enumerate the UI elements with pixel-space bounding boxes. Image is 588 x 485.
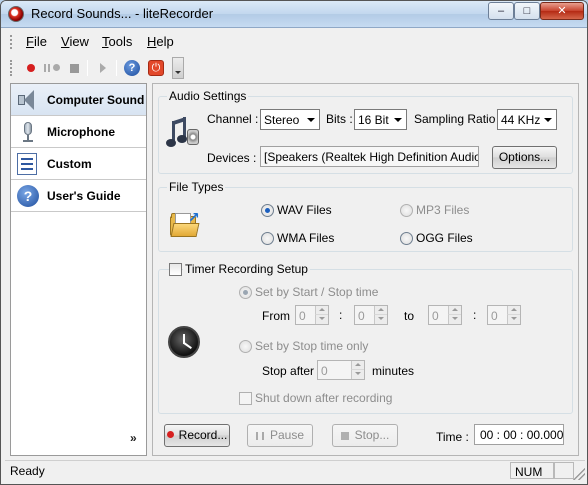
toolbar-separator xyxy=(116,60,117,76)
wma-label[interactable]: WMA Files xyxy=(277,231,334,245)
pause-button[interactable]: Pause xyxy=(247,424,313,447)
microphone-icon xyxy=(17,121,39,143)
checklist-icon xyxy=(17,153,39,175)
sidebar-item-computer-sound[interactable]: Computer Sound xyxy=(11,84,146,116)
record-button[interactable]: Record... xyxy=(164,424,230,447)
stop-only-label[interactable]: Set by Stop time only xyxy=(255,339,368,353)
audio-settings-title: Audio Settings xyxy=(167,89,249,103)
chevron-down-icon xyxy=(394,118,402,122)
bits-label: Bits : xyxy=(326,112,353,126)
stop-after-spinner[interactable]: 0 xyxy=(317,360,365,380)
audio-note-icon xyxy=(166,116,199,149)
ogg-radio[interactable] xyxy=(400,232,413,245)
chevron-down-icon xyxy=(307,118,315,122)
time-display: 00 : 00 : 00.000 xyxy=(474,424,564,445)
sidebar-item-microphone[interactable]: Microphone xyxy=(11,116,146,148)
to-label: to xyxy=(404,309,415,323)
file-types-title: File Types xyxy=(167,180,226,194)
shutdown-checkbox[interactable] xyxy=(239,392,252,405)
mp3-radio[interactable] xyxy=(400,204,413,217)
sidebar-item-label: Custom xyxy=(47,157,92,171)
stop-icon[interactable] xyxy=(65,59,83,77)
mp3-label[interactable]: MP3 Files xyxy=(416,203,469,217)
toolbar-separator xyxy=(87,60,88,76)
stop-icon xyxy=(340,432,349,440)
channel-select[interactable]: Stereo xyxy=(260,109,320,130)
devices-label: Devices : xyxy=(207,151,257,165)
from-colon: : xyxy=(339,308,343,322)
menu-view[interactable]: View xyxy=(61,34,89,49)
options-button[interactable]: Options... xyxy=(492,146,557,169)
start-stop-radio[interactable] xyxy=(239,286,252,299)
minutes-label: minutes xyxy=(372,364,415,378)
close-button[interactable]: ✕ xyxy=(540,2,584,20)
start-stop-label[interactable]: Set by Start / Stop time xyxy=(255,285,378,299)
to-minute-spinner[interactable]: 0 xyxy=(487,305,521,325)
app-window: Record Sounds... - liteRecorder – □ ✕ Fi… xyxy=(0,0,588,485)
maximize-button[interactable]: □ xyxy=(514,2,540,20)
devices-field[interactable]: [Speakers (Realtek High Definition Audio… xyxy=(260,146,479,167)
app-icon[interactable] xyxy=(8,6,24,22)
chevron-down-icon xyxy=(544,118,552,122)
sidebar-item-label: Computer Sound xyxy=(47,93,145,107)
shutdown-label[interactable]: Shut down after recording xyxy=(255,391,392,405)
pause-icon xyxy=(255,432,264,440)
wma-radio[interactable] xyxy=(261,232,274,245)
record-icon[interactable] xyxy=(22,59,40,77)
status-bar: Ready NUM xyxy=(5,460,585,480)
sampling-ratio-select[interactable]: 44 KHz xyxy=(497,109,557,130)
toolbar-grip-handle[interactable] xyxy=(10,60,13,76)
sidebar-item-label: Microphone xyxy=(47,125,115,139)
status-pane-empty xyxy=(554,462,574,479)
menu-tools[interactable]: Tools xyxy=(102,34,132,49)
sidebar-item-label: User's Guide xyxy=(47,189,121,203)
sidebar-item-custom[interactable]: Custom xyxy=(11,148,146,180)
time-label: Time : xyxy=(436,430,469,444)
from-label: From xyxy=(262,309,290,323)
menu-grip-handle[interactable] xyxy=(10,35,13,49)
overflow-dropdown-icon[interactable] xyxy=(172,57,184,79)
sidebar-item-users-guide[interactable]: ? User's Guide xyxy=(11,180,146,212)
wav-label[interactable]: WAV Files xyxy=(277,203,332,217)
minimize-button[interactable]: – xyxy=(488,2,514,20)
speaker-icon xyxy=(17,89,39,111)
resize-grip-handle[interactable] xyxy=(573,468,585,480)
timer-group: Timer Recording Setup Set by Start / Sto… xyxy=(158,262,573,414)
menu-help[interactable]: Help xyxy=(147,34,174,49)
window-title: Record Sounds... - liteRecorder xyxy=(31,6,214,21)
help-icon[interactable]: ? xyxy=(123,59,141,77)
folder-icon: ↗ xyxy=(170,209,200,238)
channel-label: Channel : xyxy=(207,112,259,126)
audio-settings-group: Audio Settings Channel : Stereo Bits : 1… xyxy=(158,89,573,174)
power-icon[interactable]: ⏻ xyxy=(147,59,165,77)
from-minute-spinner[interactable]: 0 xyxy=(354,305,388,325)
sidebar: Computer Sound Microphone Custom ? User'… xyxy=(10,83,147,456)
record-icon xyxy=(166,431,174,438)
timer-title[interactable]: Timer Recording Setup xyxy=(183,262,310,276)
from-hour-spinner[interactable]: 0 xyxy=(295,305,329,325)
title-bar[interactable]: Record Sounds... - liteRecorder – □ ✕ xyxy=(1,1,587,28)
play-icon[interactable] xyxy=(94,59,112,77)
clock-icon xyxy=(168,326,200,358)
file-types-group: File Types ↗ WAV Files MP3 Files WMA Fil… xyxy=(158,180,573,252)
stop-only-radio[interactable] xyxy=(239,340,252,353)
timer-enable-checkbox[interactable] xyxy=(169,263,182,276)
main-panel: Audio Settings Channel : Stereo Bits : 1… xyxy=(152,83,579,456)
menu-file[interactable]: File xyxy=(26,34,47,49)
pause-icon[interactable] xyxy=(43,59,61,77)
stop-after-label: Stop after xyxy=(262,364,315,378)
ogg-label[interactable]: OGG Files xyxy=(416,231,473,245)
to-hour-spinner[interactable]: 0 xyxy=(428,305,462,325)
sidebar-more-chevron-icon[interactable]: » xyxy=(130,431,137,445)
num-lock-indicator: NUM xyxy=(510,462,554,479)
wav-radio[interactable] xyxy=(261,204,274,217)
to-colon: : xyxy=(473,308,477,322)
bits-select[interactable]: 16 Bit xyxy=(354,109,407,130)
stop-button[interactable]: Stop... xyxy=(332,424,398,447)
help-icon: ? xyxy=(17,185,39,207)
sampling-ratio-label: Sampling Ratio : xyxy=(414,112,503,126)
status-text: Ready xyxy=(10,464,45,478)
menu-bar: File View Tools Help xyxy=(10,32,578,52)
toolbar: ? ⏻ xyxy=(10,56,185,80)
